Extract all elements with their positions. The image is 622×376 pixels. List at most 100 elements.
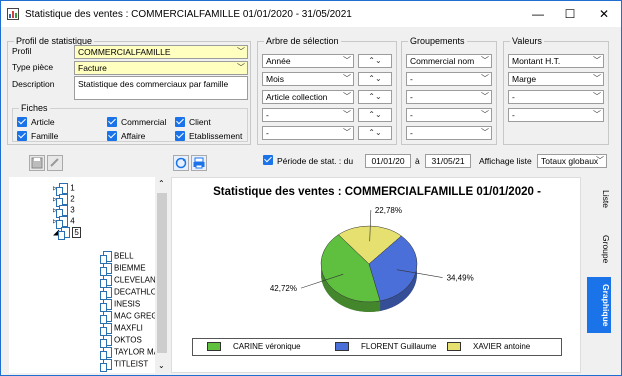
chevron-down-icon: ﹀ [481, 92, 489, 101]
profil-combo[interactable]: COMMERCIALFAMILLE ﹀ [74, 45, 248, 59]
date-from-input[interactable]: 01/01/20 [365, 154, 411, 168]
folder-icon [56, 205, 69, 218]
date-to-input[interactable]: 31/05/21 [425, 154, 471, 168]
groupement-value-3: - [410, 92, 413, 102]
groupement-combo-5[interactable]: - ﹀ [406, 126, 492, 140]
scroll-down-icon[interactable]: ⌄ [158, 361, 165, 370]
folder-icon [56, 183, 69, 196]
period-label: Période de stat. : du [277, 156, 354, 166]
tree-view[interactable]: ▹ 1 ▹ 2 ▹ 3 ▹ 4 ◢ 5 BELL BIEMME CLEVELAN… [9, 177, 169, 373]
groupement-combo-2[interactable]: - ﹀ [406, 72, 492, 86]
chevron-down-icon: ﹀ [593, 74, 601, 83]
tree-child[interactable]: DECATHLON [100, 287, 163, 300]
tree-node[interactable]: ▹ 4 [53, 216, 75, 229]
arbre-value-5: - [266, 128, 269, 138]
tree-child[interactable]: MAXFLI [100, 323, 143, 336]
tab-graphique[interactable]: Graphique [587, 277, 611, 333]
arbre-combo-3[interactable]: Article collection ﹀ [262, 90, 354, 104]
scrollbar-thumb[interactable] [157, 193, 167, 353]
description-field[interactable]: Statistique des commerciaux par famille [74, 76, 248, 100]
tree-child[interactable]: INESIS [100, 299, 140, 312]
sort-spinner-2[interactable]: ⌃⌄ [358, 72, 392, 86]
valeur-value-3: - [512, 92, 515, 102]
groupement-combo-1[interactable]: Commercial nom ﹀ [406, 54, 492, 68]
period-checkbox[interactable] [263, 155, 273, 165]
checkbox-client-label: Client [189, 117, 211, 127]
valeurs-group-title: Valeurs [510, 36, 544, 46]
groupement-combo-3[interactable]: - ﹀ [406, 90, 492, 104]
legend-label-1: CARINE véronique [233, 342, 301, 351]
type-piece-label: Type pièce [12, 62, 54, 72]
valeur-combo-1[interactable]: Montant H.T. ﹀ [508, 54, 604, 68]
pie-data-label-1: 34,49% [447, 274, 474, 283]
valeur-combo-4[interactable]: - ﹀ [508, 108, 604, 122]
type-piece-combo[interactable]: Facture ﹀ [74, 61, 248, 75]
chevron-down-icon: ﹀ [481, 128, 489, 137]
undo-icon [50, 158, 59, 167]
valeur-combo-2[interactable]: Marge ﹀ [508, 72, 604, 86]
chevron-down-icon: ﹀ [481, 110, 489, 119]
arbre-combo-4[interactable]: - ﹀ [262, 108, 354, 122]
undo-button[interactable] [47, 155, 63, 171]
valeur-combo-3[interactable]: - ﹀ [508, 90, 604, 104]
tree-child-label: TITLEIST [114, 359, 149, 369]
legend-item-1: CARINE véronique [207, 342, 301, 352]
groupements-group-title: Groupements [408, 36, 467, 46]
groupement-value-5: - [410, 128, 413, 138]
sort-spinner-4[interactable]: ⌃⌄ [358, 108, 392, 122]
arbre-combo-2[interactable]: Mois ﹀ [262, 72, 354, 86]
sort-spinner-5[interactable]: ⌃⌄ [358, 126, 392, 140]
tree-child[interactable]: TITLEIST [100, 359, 149, 372]
chevron-down-icon: ﹀ [343, 92, 351, 101]
tree-child[interactable]: OKTOS [100, 335, 142, 348]
affichage-value: Totaux globaux [541, 156, 599, 166]
valeurs-group: Valeurs Montant H.T. ﹀ Marge ﹀ - ﹀ - ﹀ [503, 36, 609, 145]
sort-spinner-3[interactable]: ⌃⌄ [358, 90, 392, 104]
chevron-down-icon: ﹀ [343, 110, 351, 119]
print-button[interactable] [191, 155, 207, 171]
save-button[interactable] [29, 155, 45, 171]
folder-icon [100, 275, 112, 288]
checkbox-famille[interactable] [17, 131, 27, 141]
arbre-combo-5[interactable]: - ﹀ [262, 126, 354, 140]
chevron-down-icon: ﹀ [593, 110, 601, 119]
tree-node[interactable]: ▹ 3 [53, 205, 75, 218]
affichage-combo[interactable]: Totaux globaux ﹀ [537, 154, 607, 168]
chevron-down-icon: ﹀ [343, 56, 351, 65]
tree-node[interactable]: ▹ 1 [53, 183, 75, 196]
maximize-button[interactable]: ☐ [553, 1, 587, 27]
chevron-down-icon: ﹀ [343, 74, 351, 83]
tree-scrollbar[interactable]: ⌃ ⌄ [155, 177, 169, 373]
description-label: Description [12, 79, 55, 89]
tab-groupe[interactable]: Groupe [587, 227, 611, 271]
groupement-value-1: Commercial nom [410, 56, 475, 66]
scroll-up-icon[interactable]: ⌃ [158, 179, 165, 188]
tree-child[interactable]: BELL [100, 251, 134, 264]
tab-liste[interactable]: Liste [587, 179, 611, 219]
checkbox-commercial[interactable] [107, 117, 117, 127]
checkbox-etablissement-label: Etablissement [189, 131, 243, 141]
groupement-value-4: - [410, 110, 413, 120]
checkbox-affaire[interactable] [107, 131, 117, 141]
minimize-button[interactable]: — [521, 1, 555, 27]
profil-value: COMMERCIALFAMILLE [78, 47, 171, 57]
arbre-combo-1[interactable]: Année ﹀ [262, 54, 354, 68]
date-to-label: à [415, 156, 420, 166]
checkbox-client[interactable] [175, 117, 185, 127]
chevron-down-icon: ﹀ [593, 92, 601, 101]
groupement-combo-4[interactable]: - ﹀ [406, 108, 492, 122]
checkbox-etablissement[interactable] [175, 131, 185, 141]
refresh-button[interactable] [173, 155, 189, 171]
profil-group: Profil de statistique Profil COMMERCIALF… [7, 36, 251, 145]
title-bar: Statistique des ventes : COMMERCIALFAMIL… [1, 1, 621, 27]
close-button[interactable]: ✕ [587, 1, 621, 27]
tree-node[interactable]: ▹ 2 [53, 194, 75, 207]
tree-node-label: 5 [72, 226, 81, 238]
tree-child[interactable]: BIEMME [100, 263, 146, 276]
tree-child-label: MAXFLI [114, 323, 143, 333]
checkbox-article[interactable] [17, 117, 27, 127]
sort-spinner-1[interactable]: ⌃⌄ [358, 54, 392, 68]
folder-icon [56, 194, 69, 207]
tree-node-expanded[interactable]: ◢ 5 [53, 226, 81, 240]
tree-child[interactable]: CLEVELAND [100, 275, 162, 288]
